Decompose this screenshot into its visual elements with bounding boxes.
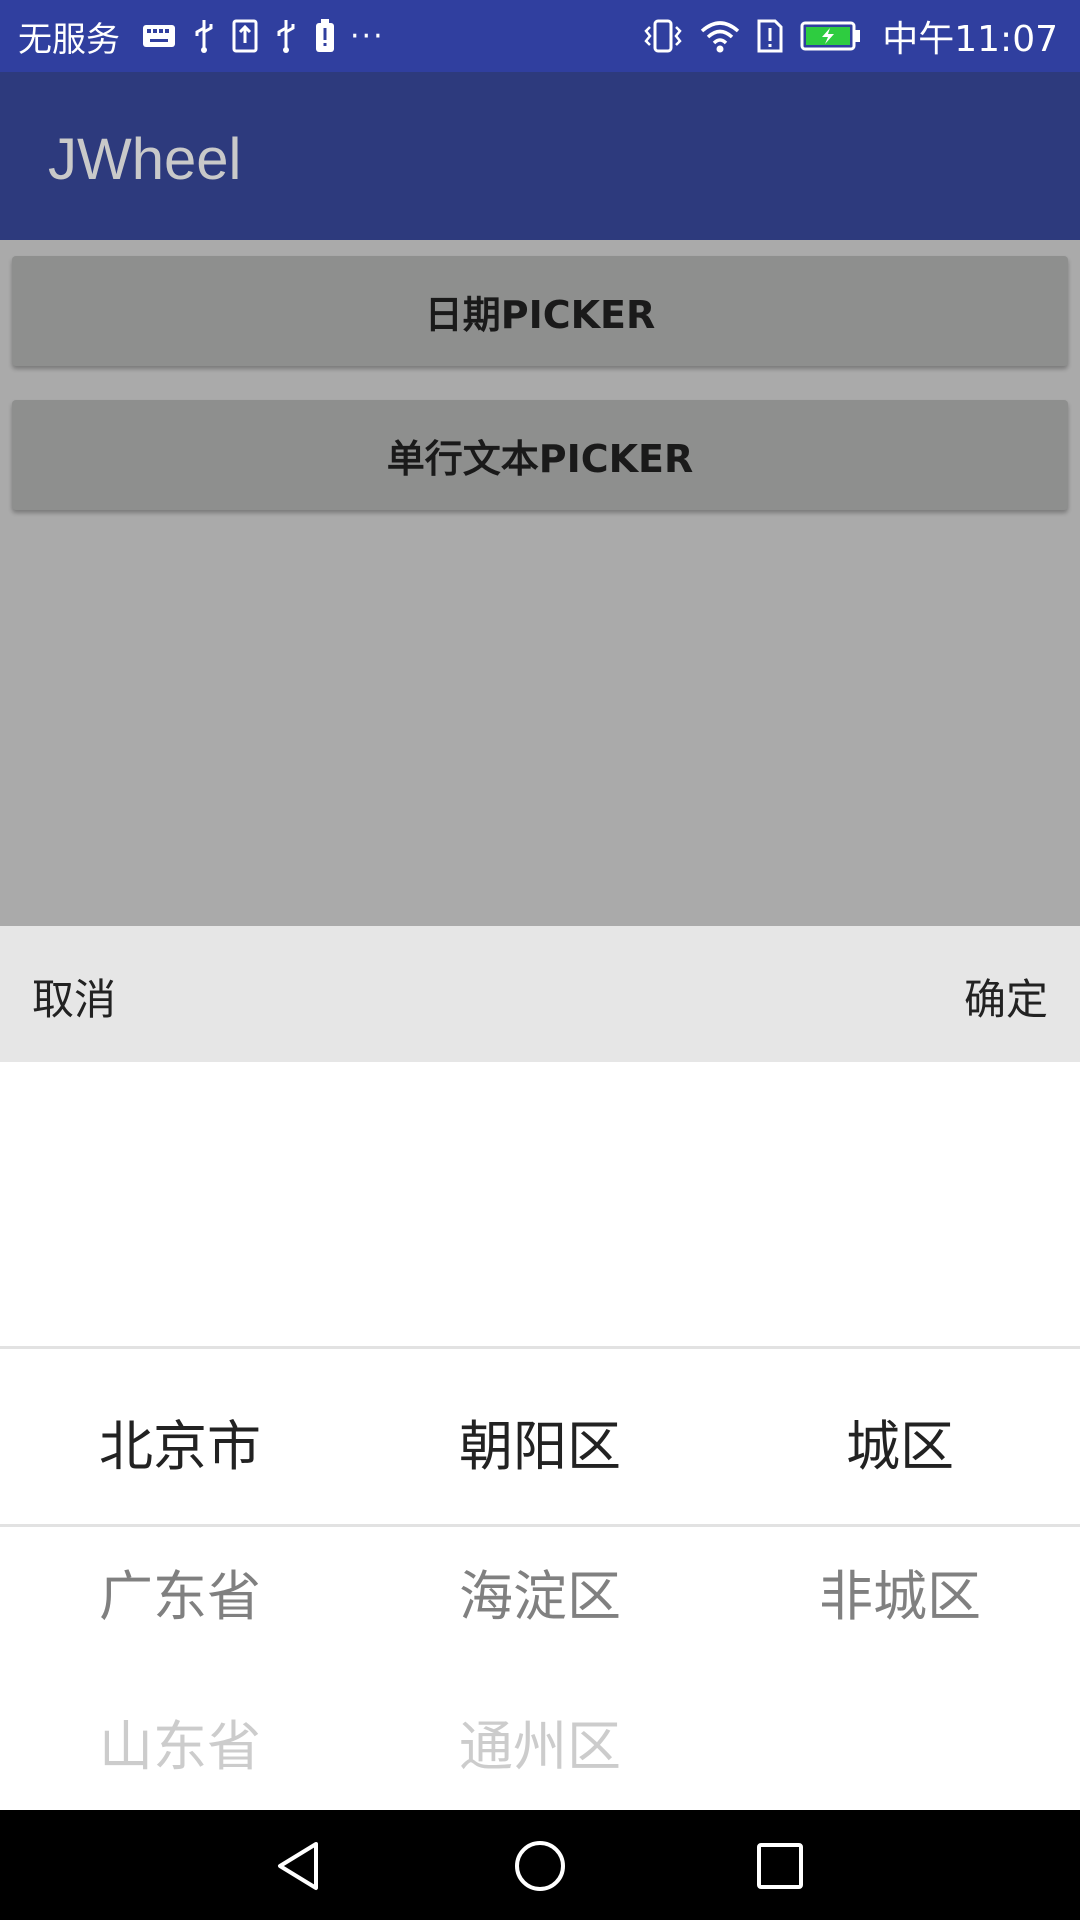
wheel-item-selected[interactable]: 城区 [720,1402,1080,1481]
overflow-dots: ··· [350,18,385,54]
wifi-icon [700,19,740,53]
date-picker-button[interactable]: 日期PICKER [12,256,1068,366]
status-bar-right: 中午11:07 [634,10,1058,62]
navigation-bar [0,1810,1080,1920]
wheel-item[interactable]: 山东省 [0,1702,360,1781]
back-triangle-icon[interactable] [270,1836,330,1896]
upload-icon [232,19,258,53]
wheel-item[interactable]: 海淀区 [360,1552,720,1631]
wheel-item[interactable]: 广东省 [0,1552,360,1631]
wheel-item-selected[interactable]: 北京市 [0,1402,360,1481]
app-title: JWheel [48,127,242,192]
vibrate-icon [642,19,684,53]
area-type-wheel[interactable]: 城区 非城区 [720,1062,1080,1810]
province-wheel[interactable]: 北京市 广东省 山东省 [0,1062,360,1810]
usb-icon [192,18,216,54]
district-wheel[interactable]: 朝阳区 海淀区 通州区 [360,1062,720,1810]
cancel-button[interactable]: 取消 [32,966,116,1027]
carrier-label: 无服务 [18,19,120,60]
clock: 中午11:07 [882,19,1058,60]
app-bar: JWheel [0,72,1080,240]
battery-alert-icon [314,18,336,54]
home-circle-icon[interactable] [510,1836,570,1896]
wheel-item[interactable]: 通州区 [360,1702,720,1781]
status-bar-left: 无服务 ··· [18,12,385,61]
text-picker-button[interactable]: 单行文本PICKER [12,400,1068,510]
wheel-item-selected[interactable]: 朝阳区 [360,1402,720,1481]
status-bar: 无服务 ··· 中午11:07 [0,0,1080,72]
wheel-item[interactable]: 非城区 [720,1552,1080,1631]
battery-charging-icon [800,21,862,51]
sim-alert-icon [756,19,784,53]
usb-icon [274,18,298,54]
confirm-button[interactable]: 确定 [964,966,1048,1027]
recents-square-icon[interactable] [750,1836,810,1896]
picker-header: 取消 确定 [0,926,1080,1062]
keyboard-icon [142,23,176,49]
picker-wheels: 北京市 广东省 山东省 朝阳区 海淀区 通州区 城区 非城区 [0,1062,1080,1810]
main-content: 日期PICKER 单行文本PICKER [0,240,1080,926]
